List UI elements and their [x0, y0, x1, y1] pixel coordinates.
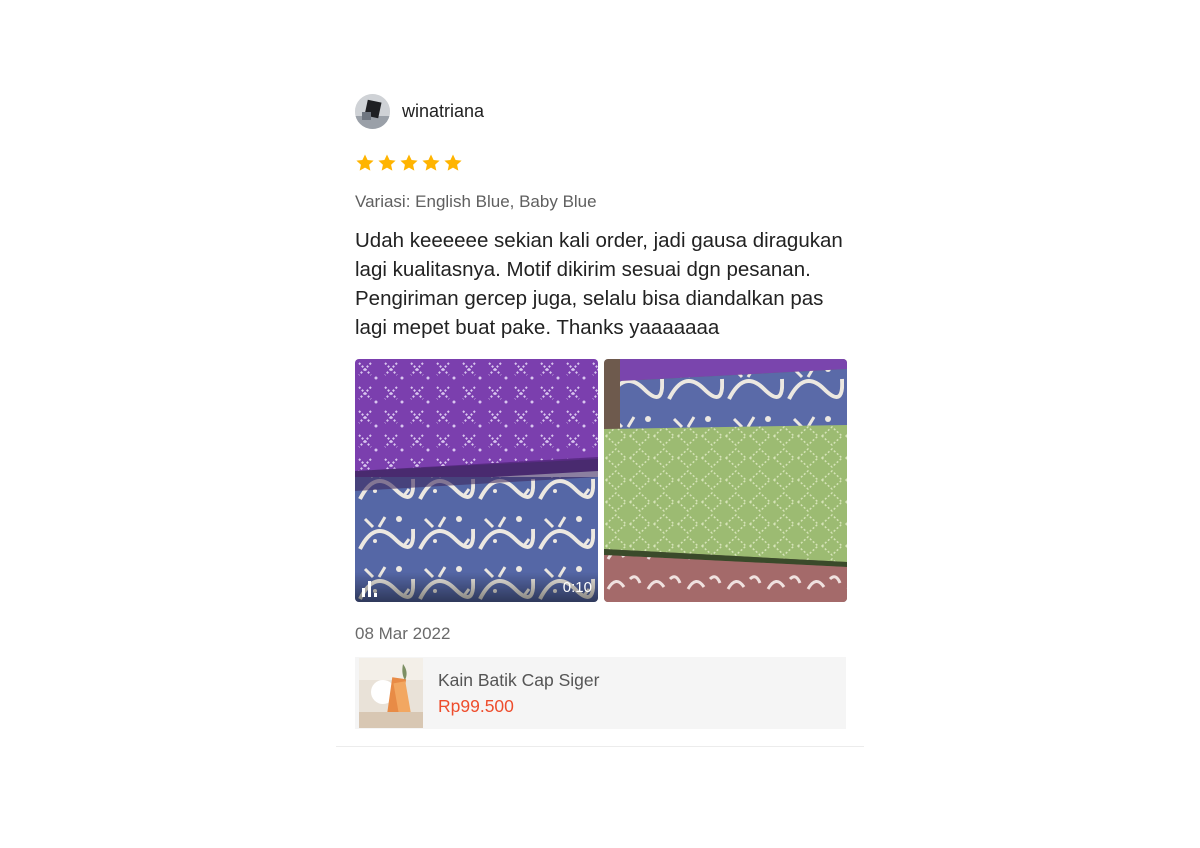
video-thumbnail-image	[355, 359, 598, 602]
reviewer-header: winatriana	[355, 92, 847, 130]
star-icon	[378, 154, 396, 171]
video-duration: 0:10	[562, 579, 592, 596]
avatar-image	[355, 93, 390, 129]
avatar[interactable]	[355, 93, 390, 129]
star-icon	[400, 154, 418, 171]
review-media: 0:10	[355, 359, 847, 602]
product-card[interactable]: Kain Batik Cap Siger Rp99.500	[355, 657, 846, 729]
product-thumbnail	[359, 658, 423, 728]
product-image	[359, 658, 423, 728]
review-image	[604, 359, 847, 602]
review-divider	[336, 746, 864, 747]
review-image-thumbnail[interactable]	[604, 359, 847, 602]
review-date: 08 Mar 2022	[355, 624, 451, 643]
product-price: Rp99.500	[438, 695, 514, 716]
star-rating	[355, 153, 847, 175]
reviewer-username: winatriana	[402, 100, 485, 121]
star-icon	[422, 154, 440, 171]
product-info: Kain Batik Cap Siger Rp99.500	[438, 670, 599, 717]
star-icon	[356, 154, 374, 171]
product-name: Kain Batik Cap Siger	[438, 669, 600, 690]
video-icon	[362, 581, 377, 597]
video-overlay	[355, 572, 598, 602]
review-video-thumbnail[interactable]: 0:10	[355, 359, 598, 602]
review-card: winatriana Variasi: English Blue, Baby B…	[355, 92, 847, 729]
star-icon	[444, 154, 462, 171]
review-text: Udah keeeeee sekian kali order, jadi gau…	[355, 229, 843, 339]
review-variation: Variasi: English Blue, Baby Blue	[355, 192, 597, 211]
